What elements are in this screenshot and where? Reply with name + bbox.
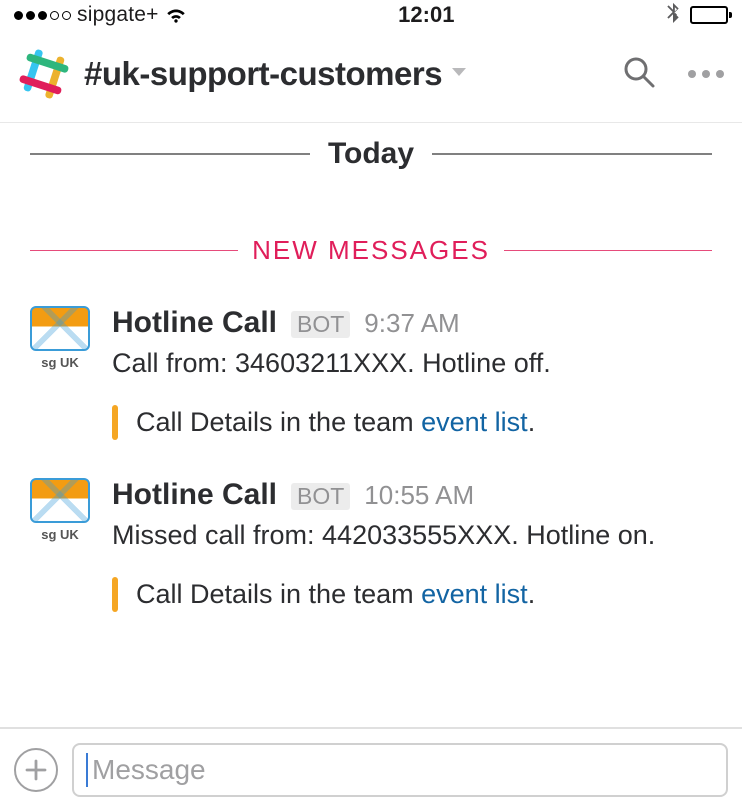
bluetooth-icon: [666, 1, 680, 29]
new-messages-divider: NEW MESSAGES: [0, 179, 742, 276]
bot-badge: BOT: [291, 483, 350, 510]
chevron-down-icon: [450, 65, 468, 84]
message-timestamp: 9:37 AM: [364, 308, 459, 339]
attachment-suffix: .: [528, 579, 536, 609]
message-item: sg UK Hotline Call BOT 10:55 AM Missed c…: [0, 460, 742, 632]
new-messages-label: NEW MESSAGES: [238, 235, 504, 266]
event-list-link[interactable]: event list: [421, 579, 528, 609]
avatar-caption: sg UK: [41, 355, 79, 370]
avatar-image: [30, 478, 90, 523]
add-attachment-button[interactable]: [14, 748, 58, 792]
search-button[interactable]: [622, 55, 656, 94]
message-author[interactable]: Hotline Call: [112, 478, 277, 512]
status-bar: sipgate+ 12:01: [0, 0, 742, 30]
wifi-icon: [165, 6, 187, 24]
workspace-icon[interactable]: [18, 48, 70, 100]
message-item: sg UK Hotline Call BOT 9:37 AM Call from…: [0, 288, 742, 460]
attachment-prefix: Call Details in the team: [136, 579, 421, 609]
avatar[interactable]: sg UK: [28, 306, 92, 370]
attachment-text: Call Details in the team event list.: [136, 405, 535, 440]
carrier-label: sipgate+: [77, 3, 159, 27]
message-composer: Message: [0, 727, 742, 811]
date-divider: Today: [0, 123, 742, 179]
text-caret: [86, 753, 88, 787]
message-author[interactable]: Hotline Call: [112, 306, 277, 340]
status-left: sipgate+: [14, 3, 187, 27]
message-attachment: Call Details in the team event list.: [112, 405, 720, 440]
avatar-image: [30, 306, 90, 351]
attachment-prefix: Call Details in the team: [136, 407, 421, 437]
message-text: Missed call from: 442033555XXX. Hotline …: [112, 516, 720, 555]
status-right: [666, 1, 728, 29]
message-text: Call from: 34603211XXX. Hotline off.: [112, 344, 720, 383]
attachment-color-bar: [112, 405, 118, 440]
attachment-text: Call Details in the team event list.: [136, 577, 535, 612]
attachment-color-bar: [112, 577, 118, 612]
status-time: 12:01: [187, 2, 666, 28]
channel-header: #uk-support-customers: [0, 30, 742, 123]
event-list-link[interactable]: event list: [421, 407, 528, 437]
signal-strength-icon: [14, 11, 71, 20]
bot-badge: BOT: [291, 311, 350, 338]
message-timestamp: 10:55 AM: [364, 480, 474, 511]
avatar[interactable]: sg UK: [28, 478, 92, 542]
message-placeholder: Message: [92, 754, 206, 786]
date-label: Today: [310, 137, 432, 171]
battery-icon: [690, 6, 728, 24]
channel-name-button[interactable]: #uk-support-customers: [84, 55, 468, 93]
message-attachment: Call Details in the team event list.: [112, 577, 720, 612]
message-list: sg UK Hotline Call BOT 9:37 AM Call from…: [0, 276, 742, 632]
attachment-suffix: .: [528, 407, 536, 437]
channel-name: #uk-support-customers: [84, 55, 442, 93]
message-input[interactable]: Message: [72, 743, 728, 797]
avatar-caption: sg UK: [41, 527, 79, 542]
more-options-button[interactable]: [688, 70, 724, 78]
